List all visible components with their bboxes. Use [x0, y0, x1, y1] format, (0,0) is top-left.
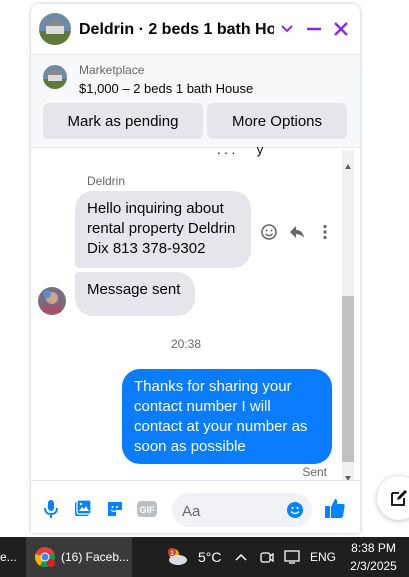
chrome-icon: [35, 547, 55, 568]
gif-icon[interactable]: GIF: [136, 498, 158, 520]
incoming-message-bubble[interactable]: Hello inquiring about rental property De…: [75, 191, 251, 268]
more-actions-icon[interactable]: [315, 222, 335, 242]
taskbar-app-fragment[interactable]: e...: [0, 537, 20, 577]
microphone-icon[interactable]: [40, 498, 62, 520]
chevron-down-icon[interactable]: [276, 18, 298, 40]
message-scrollbar[interactable]: [342, 150, 354, 481]
windows-taskbar: e... (16) Faceb... 1 5°C ENG 8:38 PM 2/3…: [0, 537, 409, 577]
message-composer: GIF: [31, 480, 360, 533]
gallery-icon[interactable]: [72, 498, 94, 520]
chat-header[interactable]: Deldrin · 2 beds 1 bath Ho...: [31, 4, 360, 55]
message-list[interactable]: . . . y Deldrin Hello inquiring about re…: [31, 142, 341, 480]
meet-now-icon[interactable]: [259, 537, 275, 577]
network-icon[interactable]: [283, 537, 303, 577]
message-status: Sent: [302, 465, 327, 479]
new-message-button[interactable]: [377, 476, 409, 520]
sender-avatar[interactable]: [38, 287, 66, 315]
marketplace-card: Marketplace $1,000 – 2 beds 1 bath House…: [31, 55, 360, 148]
sticker-icon[interactable]: [104, 498, 126, 520]
listing-thumbnail[interactable]: [43, 65, 67, 89]
taskbar-app-fragment-label: e...: [0, 550, 17, 564]
taskbar-weather[interactable]: 1 5°C: [164, 537, 224, 577]
taskbar-chrome-facebook[interactable]: (16) Faceb...: [26, 537, 132, 577]
sender-name: Deldrin: [87, 174, 126, 188]
react-emoji-icon[interactable]: [259, 222, 279, 242]
language-label: ENG: [310, 550, 337, 564]
weather-icon: 1: [168, 548, 187, 565]
taskbar-app-label: (16) Faceb...: [61, 550, 130, 564]
chat-window: Deldrin · 2 beds 1 bath Ho... Marketplac…: [31, 4, 360, 533]
message-input[interactable]: [180, 493, 284, 529]
taskbar-clock[interactable]: 8:38 PM 2/3/2025: [346, 537, 401, 577]
svg-text:GIF: GIF: [140, 505, 156, 515]
close-icon[interactable]: [330, 18, 352, 40]
chevron-up-icon[interactable]: [234, 537, 250, 577]
scroll-up-arrow-icon[interactable]: [345, 156, 351, 174]
emoji-icon[interactable]: [286, 501, 304, 524]
like-icon[interactable]: [324, 497, 346, 519]
listing-title[interactable]: $1,000 – 2 beds 1 bath House: [79, 81, 253, 96]
message-input-wrapper: [172, 493, 312, 529]
chat-title[interactable]: Deldrin · 2 beds 1 bath Ho...: [79, 21, 274, 39]
reply-icon[interactable]: [287, 222, 307, 242]
more-options-button[interactable]: More Options: [207, 103, 347, 139]
language-indicator[interactable]: ENG: [310, 537, 340, 577]
scroll-thumb[interactable]: [342, 296, 354, 462]
outgoing-message-bubble[interactable]: Thanks for sharing your contact number I…: [122, 369, 332, 464]
clock-date: 2/3/2025: [350, 559, 397, 573]
mark-as-pending-button[interactable]: Mark as pending: [43, 103, 203, 139]
message-timestamp: 20:38: [170, 337, 202, 351]
contact-avatar[interactable]: [39, 13, 71, 45]
minimize-icon[interactable]: [303, 18, 325, 40]
clock-time: 8:38 PM: [351, 541, 396, 555]
weather-temp: 5°C: [198, 549, 222, 565]
compose-icon: [391, 490, 407, 506]
marketplace-label: Marketplace: [79, 63, 145, 77]
clipped-message-fragment: . . . y: [217, 142, 264, 157]
incoming-message-bubble[interactable]: Message sent: [75, 272, 195, 316]
